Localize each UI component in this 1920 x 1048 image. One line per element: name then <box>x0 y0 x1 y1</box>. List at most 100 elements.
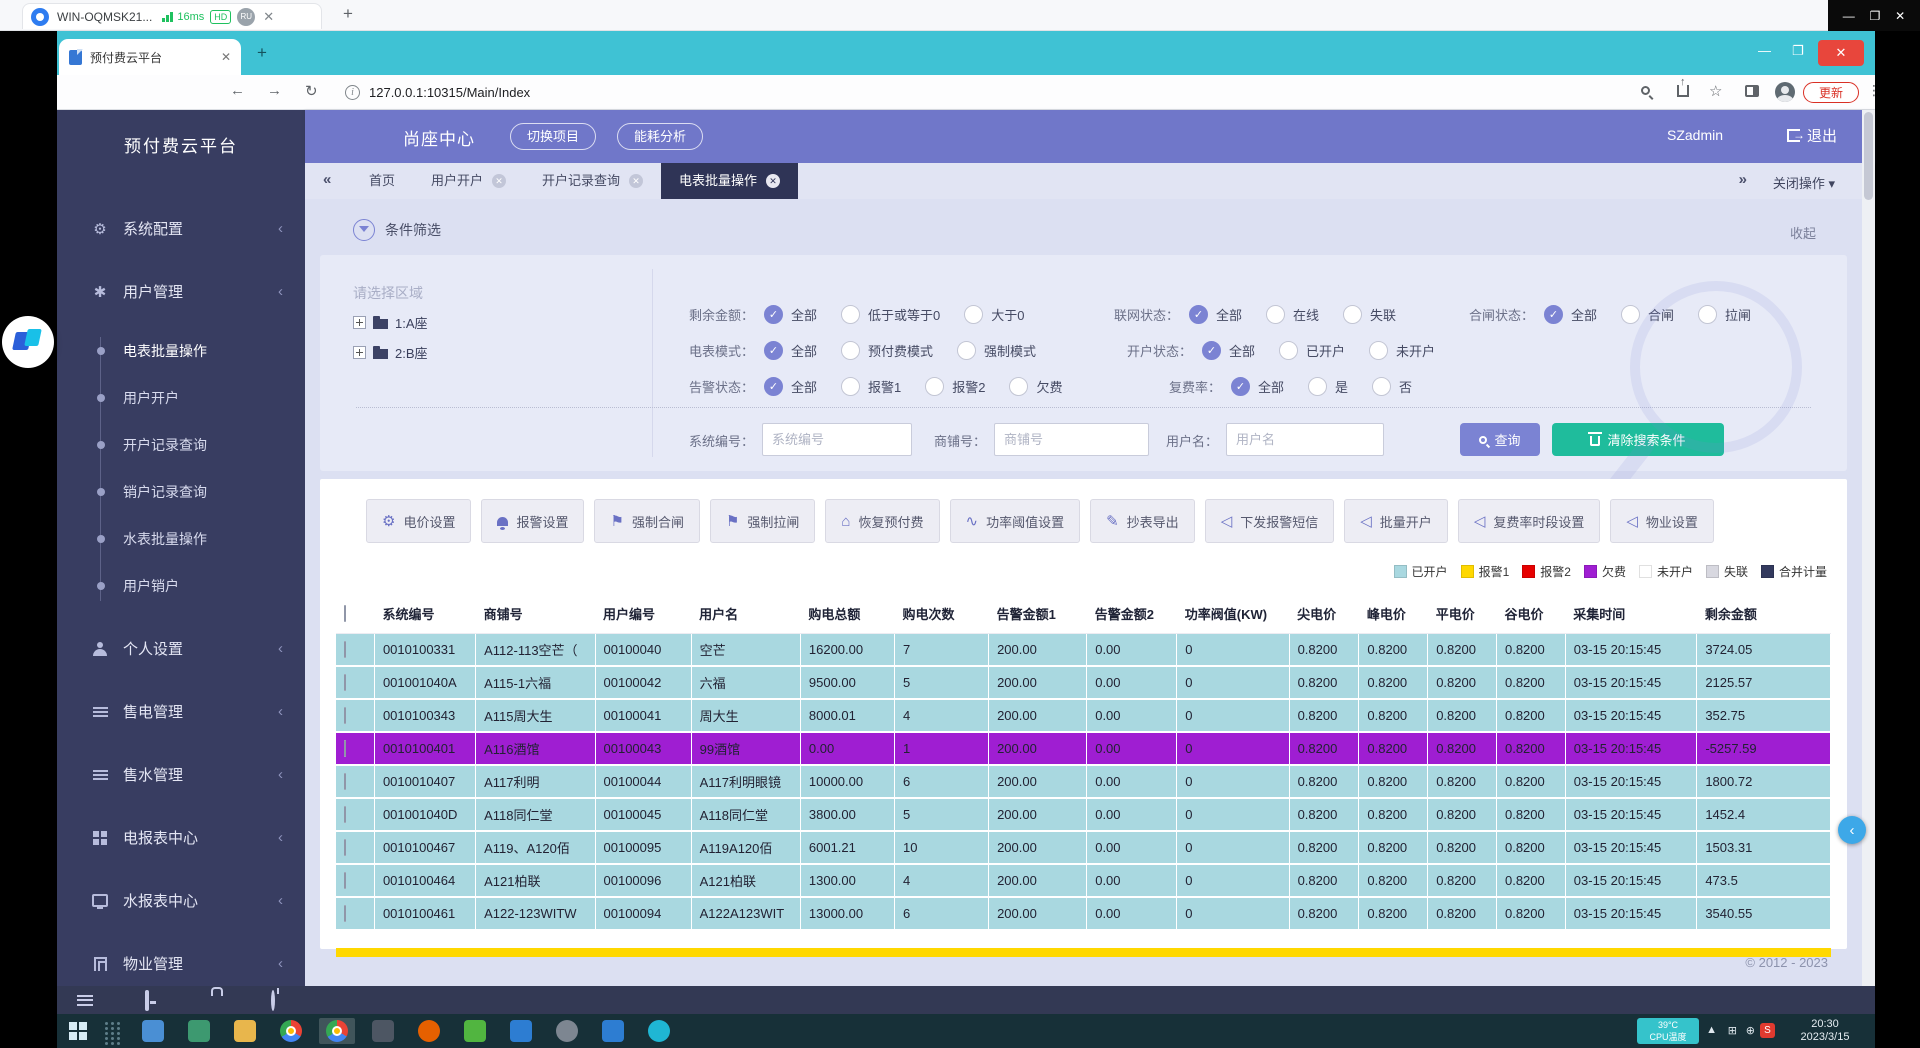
tray-network-icon[interactable]: ⊕ <box>1746 1024 1755 1037</box>
radio-icon[interactable] <box>1266 305 1285 324</box>
side-panel-icon[interactable] <box>1745 85 1759 97</box>
radio-icon[interactable] <box>841 377 860 396</box>
start-button[interactable] <box>69 1022 87 1040</box>
tabs-scroll-right-icon[interactable]: » <box>1739 171 1747 188</box>
toolbar-button-批量开户[interactable]: ◁批量开户 <box>1344 499 1448 543</box>
row-checkbox[interactable] <box>344 905 346 922</box>
radio-icon[interactable] <box>841 341 860 360</box>
code-icon[interactable] <box>365 1018 401 1044</box>
power-icon[interactable] <box>271 992 275 1010</box>
sidebar-item-0[interactable]: ⚙系统配置‹ <box>57 197 305 260</box>
radio-option[interactable]: ✓全部 <box>764 305 817 324</box>
sidebar-item-2[interactable]: 电表批量操作 <box>57 327 305 374</box>
radio-option[interactable]: 欠费 <box>1009 377 1062 396</box>
bookmark-star-icon[interactable]: ☆ <box>1709 82 1722 100</box>
row-checkbox[interactable] <box>344 872 346 889</box>
maximize-icon[interactable]: ❐ <box>1870 9 1881 23</box>
toolbar-button-强制拉闸[interactable]: ⚑强制拉闸 <box>710 499 815 543</box>
switch-project-button[interactable]: 切换项目 <box>510 123 596 150</box>
collapse-handle[interactable]: ‹ <box>1838 816 1866 844</box>
radio-icon[interactable] <box>1621 305 1640 324</box>
tabs-scroll-left-icon[interactable]: « <box>323 171 331 188</box>
tab-电表批量操作[interactable]: 电表批量操作✕ <box>661 163 798 199</box>
radio-option[interactable]: 已开户 <box>1279 341 1345 360</box>
toolbar-button-复费率时段设置[interactable]: ◁复费率时段设置 <box>1458 499 1601 543</box>
table-row[interactable]: 001001040AA115-1六福00100042六福9500.005200.… <box>336 666 1831 699</box>
table-row[interactable]: 0010100461A122-123WITW00100094A122A123WI… <box>336 897 1831 930</box>
table-row[interactable]: 0010010407A117利明00100044A117利明眼镜10000.00… <box>336 765 1831 798</box>
sidebar-item-12[interactable]: 水报表中心‹ <box>57 869 305 932</box>
radio-option[interactable]: 预付费模式 <box>841 341 933 360</box>
site-info-icon[interactable]: i <box>345 85 360 100</box>
radio-icon[interactable] <box>957 341 976 360</box>
radio-option[interactable]: 失联 <box>1343 305 1396 324</box>
tab-首页[interactable]: 首页 <box>351 163 413 199</box>
terminal-icon[interactable] <box>181 1018 217 1044</box>
radio-checked-icon[interactable]: ✓ <box>1189 305 1208 324</box>
radio-option[interactable]: 大于0 <box>964 305 1024 324</box>
radio-option[interactable]: 否 <box>1372 377 1412 396</box>
toolbar-button-强制合闸[interactable]: ⚑强制合闸 <box>594 499 699 543</box>
radio-option[interactable]: ✓全部 <box>1202 341 1255 360</box>
table-row[interactable]: 0010100343A115周大生00100041周大生8000.014200.… <box>336 699 1831 732</box>
sidebar-item-11[interactable]: 电报表中心‹ <box>57 806 305 869</box>
radio-icon[interactable] <box>964 305 983 324</box>
remote-session-tab[interactable]: WIN-OQMSK21... 16ms HD RU ✕ <box>22 3 322 29</box>
window-icon[interactable] <box>503 1018 539 1044</box>
radio-option[interactable]: 强制模式 <box>957 341 1036 360</box>
username[interactable]: SZadmin <box>1667 127 1723 143</box>
taskbar-clock[interactable]: 20:302023/3/15 <box>1783 1018 1867 1044</box>
search-button[interactable]: 查询 <box>1460 423 1540 456</box>
todesk-icon[interactable] <box>641 1018 677 1044</box>
radio-option[interactable]: 报警1 <box>841 377 901 396</box>
table-row[interactable]: 0010100467A119、A120佰00100095A119A120佰600… <box>336 831 1831 864</box>
table-row[interactable]: 0010100464A121柏联00100096A121柏联1300.00420… <box>336 864 1831 897</box>
system-no-input[interactable] <box>762 423 912 456</box>
close-session-icon[interactable]: ✕ <box>263 9 274 25</box>
close-icon[interactable]: ✕ <box>1895 9 1905 23</box>
window-icon[interactable] <box>595 1018 631 1044</box>
radio-checked-icon[interactable]: ✓ <box>764 341 783 360</box>
zoom-icon[interactable] <box>1641 86 1650 95</box>
radio-checked-icon[interactable]: ✓ <box>764 305 783 324</box>
radio-option[interactable]: 未开户 <box>1369 341 1435 360</box>
radio-option[interactable]: ✓全部 <box>764 341 817 360</box>
share-icon[interactable] <box>1677 85 1689 97</box>
close-operations-dropdown[interactable]: 关闭操作 ▾ <box>1773 173 1835 192</box>
back-icon[interactable]: ← <box>230 82 245 99</box>
radio-option[interactable]: ✓全部 <box>1189 305 1242 324</box>
close-tab-icon[interactable]: ✕ <box>766 174 780 188</box>
cpu-temp-badge[interactable]: 39°CCPU温度 <box>1637 1018 1699 1044</box>
radio-icon[interactable] <box>1343 305 1362 324</box>
tray-display-icon[interactable]: ⊞ <box>1728 1024 1737 1037</box>
radio-icon[interactable] <box>1369 341 1388 360</box>
wechat-icon[interactable] <box>457 1018 493 1044</box>
collapse-link[interactable]: 收起 <box>1790 223 1816 242</box>
tray-expand-icon[interactable]: ▲ <box>1706 1024 1717 1036</box>
table-row[interactable]: 0010100331A112-113空芒（00100040空芒16200.007… <box>336 633 1831 666</box>
radio-checked-icon[interactable]: ✓ <box>1202 341 1221 360</box>
sidebar-item-7[interactable]: 用户销户 <box>57 562 305 609</box>
menu-icon[interactable] <box>77 992 93 1008</box>
toolbar-button-电价设置[interactable]: ⚙电价设置 <box>366 499 471 543</box>
radio-icon[interactable] <box>1372 377 1391 396</box>
new-session-button[interactable]: + <box>343 4 353 24</box>
input-method-icon[interactable]: S <box>1760 1023 1775 1038</box>
toolbar-button-物业设置[interactable]: ◁物业设置 <box>1610 499 1714 543</box>
table-row[interactable]: 0010100401A116酒馆0010004399酒馆0.001200.000… <box>336 732 1831 765</box>
row-checkbox[interactable] <box>344 740 346 757</box>
folder-icon[interactable] <box>227 1018 263 1044</box>
forward-icon[interactable]: → <box>267 82 282 99</box>
logout-button[interactable]: 退出 <box>1787 125 1837 146</box>
close-tab-icon[interactable]: ✕ <box>492 174 506 188</box>
radio-checked-icon[interactable]: ✓ <box>1544 305 1563 324</box>
ie-icon[interactable] <box>135 1018 171 1044</box>
toolbar-button-报警设置[interactable]: 报警设置 <box>481 499 584 543</box>
update-button[interactable]: 更新 <box>1803 82 1859 103</box>
row-checkbox[interactable] <box>344 641 346 658</box>
browser-minimize-icon[interactable]: — <box>1758 43 1771 58</box>
toolbar-button-功率阈值设置[interactable]: ∿功率阈值设置 <box>950 499 1081 543</box>
browser-close-icon[interactable]: ✕ <box>1818 40 1864 66</box>
tab-用户开户[interactable]: 用户开户✕ <box>413 163 524 199</box>
browser-menu-icon[interactable]: ⋮ <box>1867 82 1881 99</box>
